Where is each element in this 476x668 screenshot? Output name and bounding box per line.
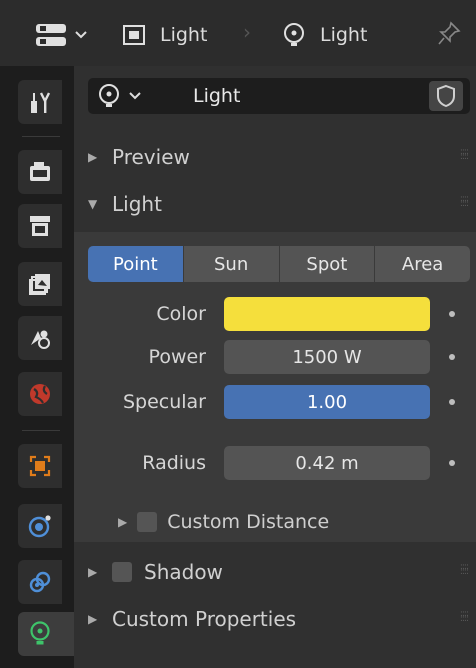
radius-field[interactable]: 0.42 m [224, 446, 430, 480]
datablock-name[interactable]: Light [193, 78, 240, 114]
light-datablock-selector[interactable]: Light [88, 78, 470, 114]
breadcrumb-data-name: Light [320, 24, 368, 46]
panel-title-custom-properties: Custom Properties [112, 607, 297, 631]
drag-handle-icon[interactable]: :::::::: [460, 195, 469, 209]
keyframe-dot[interactable] [449, 311, 455, 317]
panel-title-shadow: Shadow [144, 560, 223, 584]
keyframe-dot[interactable] [449, 399, 455, 405]
drag-handle-icon[interactable]: :::::::: [460, 610, 469, 624]
datablock-browse-button[interactable] [96, 78, 142, 114]
specular-label: Specular [122, 391, 206, 413]
radius-label: Radius [142, 452, 206, 474]
fake-user-button[interactable] [429, 81, 463, 111]
light-bulb-icon [99, 84, 119, 107]
drag-handle-icon[interactable]: :::::::: [460, 148, 469, 162]
tab-render[interactable] [18, 150, 62, 194]
keyframe-dot[interactable] [449, 354, 455, 360]
expanded-triangle-icon: ▼ [88, 197, 98, 211]
specular-slider[interactable]: 1.00 [224, 385, 430, 419]
subpanel-header-custom-distance[interactable]: ▶ Custom Distance [118, 504, 329, 540]
chevron-down-icon [75, 31, 87, 39]
tab-tool[interactable] [18, 80, 62, 124]
shield-icon [437, 84, 455, 108]
physics-icon [28, 515, 51, 538]
tab-physics[interactable] [18, 504, 62, 548]
custom-distance-label: Custom Distance [167, 511, 330, 533]
light-type-spot[interactable]: Spot [279, 246, 376, 282]
light-type-sun[interactable]: Sun [183, 246, 280, 282]
color-label: Color [156, 303, 206, 325]
power-label: Power [148, 346, 206, 368]
power-field[interactable]: 1500 W [224, 340, 430, 374]
panel-title-preview: Preview [112, 145, 190, 169]
object-icon [123, 25, 145, 45]
tab-output[interactable] [18, 204, 62, 248]
editor-type-dropdown[interactable] [32, 18, 90, 52]
tab-separator [22, 430, 60, 431]
breadcrumb-separator: › [243, 20, 251, 44]
breadcrumb-object-name: Light [160, 24, 208, 46]
light-type-point[interactable]: Point [88, 246, 184, 282]
keyframe-dot[interactable] [449, 460, 455, 466]
panel-header-preview[interactable]: ▶ Preview :::::::: [74, 135, 476, 179]
render-icon [30, 162, 50, 181]
panel-header-custom-properties[interactable]: ▶ Custom Properties :::::::: [74, 597, 476, 641]
light-type-selector: Point Sun Spot Area [88, 246, 470, 282]
breadcrumb-object: Light [120, 18, 207, 52]
tab-constraints[interactable] [18, 560, 62, 604]
constraints-icon [29, 571, 51, 593]
light-bulb-icon [284, 23, 304, 46]
light-data-icon [30, 621, 50, 645]
pin-button[interactable] [436, 20, 462, 52]
chevron-down-icon [129, 92, 141, 100]
shadow-checkbox[interactable] [112, 562, 132, 582]
collapsed-triangle-icon: ▶ [88, 612, 98, 626]
panel-header-light[interactable]: ▼ Light :::::::: [74, 182, 476, 226]
panel-header-shadow[interactable]: ▶ Shadow :::::::: [74, 550, 476, 594]
tool-icon [31, 92, 51, 113]
tab-light-data[interactable] [18, 612, 74, 656]
collapsed-triangle-icon: ▶ [88, 150, 98, 164]
view-layer-icon [29, 274, 50, 295]
panel-title-light: Light [112, 192, 162, 216]
tab-separator [22, 136, 60, 137]
pin-icon [438, 21, 461, 45]
collapsed-triangle-icon: ▶ [88, 565, 98, 579]
properties-editor-icon [36, 24, 66, 46]
custom-distance-checkbox[interactable] [137, 512, 158, 532]
breadcrumb-data: Light [282, 18, 367, 52]
collapsed-triangle-icon: ▶ [118, 515, 128, 529]
color-swatch[interactable] [224, 297, 430, 331]
properties-header: Light › Light [0, 0, 476, 66]
output-icon [30, 216, 50, 236]
light-type-area[interactable]: Area [375, 246, 470, 282]
drag-handle-icon[interactable]: :::::::: [460, 563, 469, 577]
